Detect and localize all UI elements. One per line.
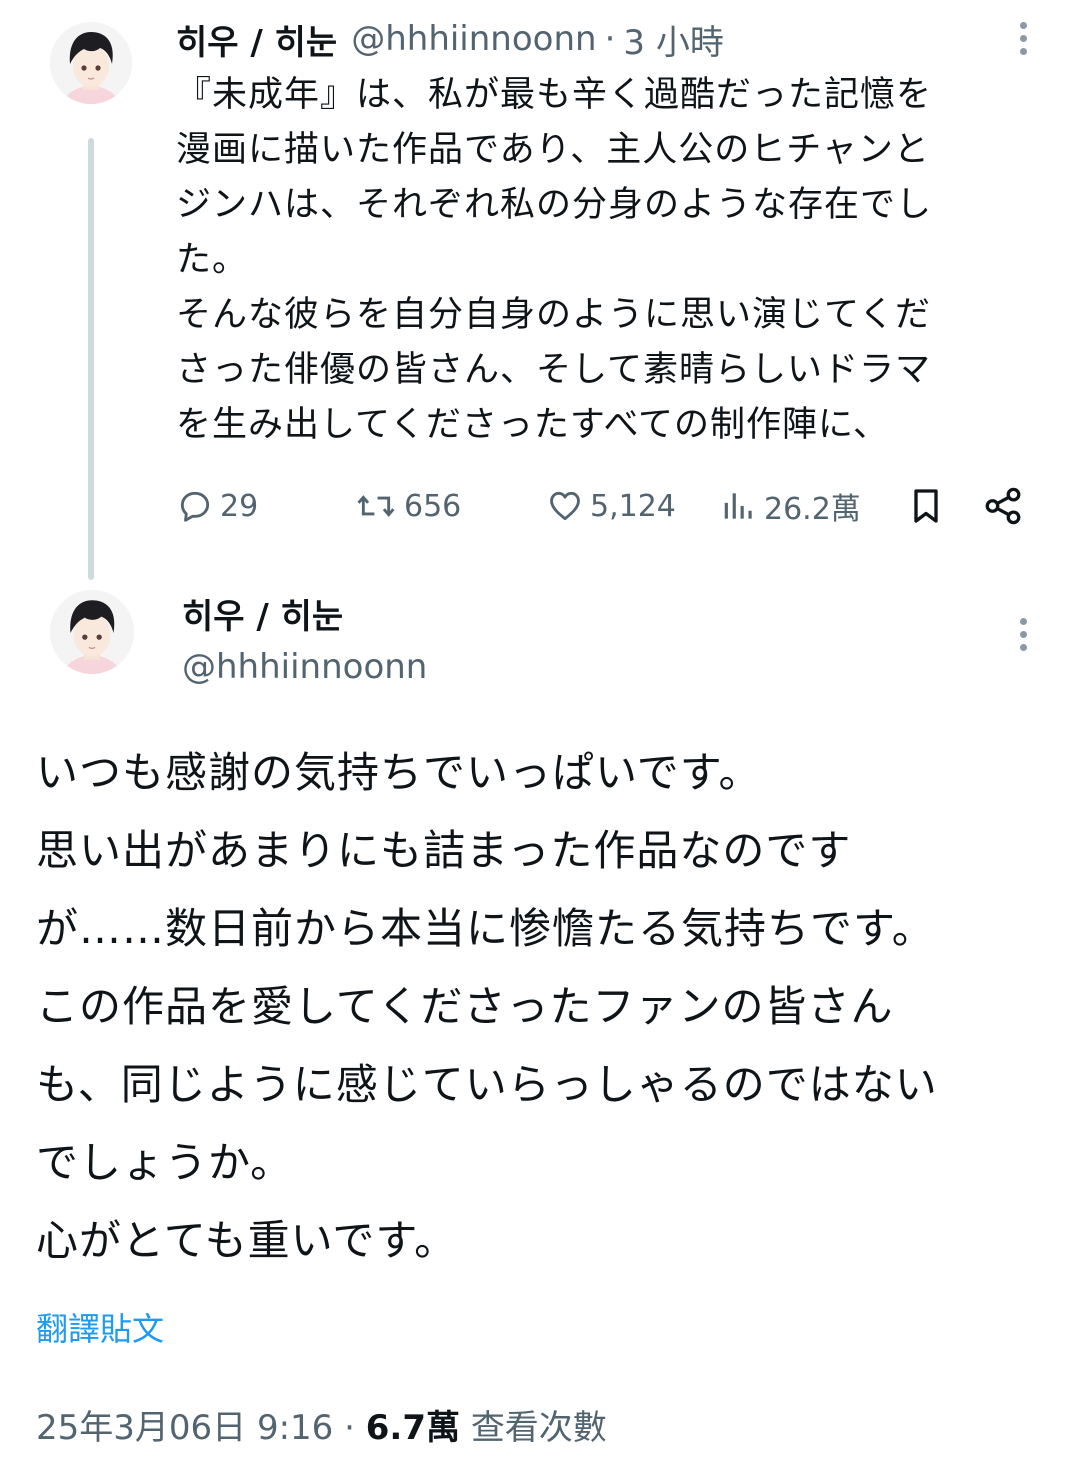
avatar-image — [50, 22, 132, 104]
more-icon[interactable] — [1020, 618, 1030, 657]
handle[interactable]: @hhhiinnoonn — [351, 19, 596, 59]
post1-actions: 29 656 5,124 26.2萬 — [176, 478, 1036, 534]
avatar-image — [50, 590, 134, 674]
separator: · — [344, 1408, 355, 1448]
like-button[interactable]: 5,124 — [546, 478, 676, 534]
text-line: でしょうか。 — [36, 1138, 294, 1187]
text-line: た。 — [176, 240, 249, 280]
post1-header: 히우 / 히눈 @hhhiinnoonn · 3 小時 — [176, 15, 724, 64]
share-button[interactable] — [982, 478, 1030, 534]
views-icon — [724, 493, 752, 519]
display-name[interactable]: 히우 / 히눈 — [176, 15, 337, 64]
avatar[interactable] — [50, 590, 134, 674]
display-name[interactable]: 히우 / 히눈 — [182, 594, 343, 640]
share-icon — [985, 487, 1021, 525]
text-line: さった俳優の皆さん、そして素晴らしいドラマ — [176, 350, 931, 390]
text-line: 心がとても重いです。 — [36, 1216, 458, 1265]
repost-button[interactable]: 656 — [354, 478, 461, 534]
views-button[interactable]: 26.2萬 — [720, 478, 861, 534]
bookmark-button[interactable] — [906, 478, 952, 534]
post-time[interactable]: 3 小時 — [623, 15, 723, 64]
separator: · — [604, 19, 616, 59]
text-line: 思い出があまりにも詰まった作品なのです — [36, 826, 852, 875]
reply-icon — [180, 491, 210, 522]
text-line: 『未成年』は、私が最も辛く過酷だった記憶を — [176, 75, 933, 115]
text-line: いつも感謝の気持ちでいっぱいです。 — [36, 748, 762, 797]
repost-icon — [357, 495, 395, 517]
avatar[interactable] — [50, 22, 132, 104]
view-label: 查看次數 — [470, 1408, 607, 1448]
text-line: この作品を愛してくださったファンの皆さん — [36, 982, 894, 1031]
post1-text: 『未成年』は、私が最も辛く過酷だった記憶を 漫画に描いた作品であり、主人公のヒチ… — [176, 68, 1036, 453]
like-count: 5,124 — [590, 488, 676, 524]
thread-line — [88, 138, 94, 580]
like-icon — [550, 491, 580, 521]
bookmark-icon — [914, 489, 938, 523]
post2-text: いつも感謝の気持ちでいっぱいです。 思い出があまりにも詰まった作品なのです が…… — [36, 734, 1056, 1280]
text-line: が……数日前から本当に惨憺たる気持ちです。 — [36, 904, 935, 953]
post-timestamp[interactable]: 25年3月06日 9:16 — [36, 1408, 333, 1448]
text-line: ジンハは、それぞれ私の分身のような存在でし — [176, 185, 933, 225]
translate-post-link[interactable]: 翻譯貼文 — [36, 1304, 164, 1350]
view-count: 6.7萬 — [365, 1408, 460, 1448]
more-icon[interactable] — [1020, 22, 1030, 61]
views-count: 26.2萬 — [764, 492, 861, 527]
text-line: を生み出してくださったすべての制作陣に、 — [176, 405, 890, 445]
text-line: も、同じように感じていらっしゃるのではない — [36, 1060, 938, 1109]
repost-count: 656 — [404, 488, 462, 524]
text-line: そんな彼らを自分自身のように思い演じてくだ — [176, 295, 931, 335]
post-meta: 25年3月06日 9:16 · 6.7萬 查看次數 — [36, 1400, 607, 1449]
reply-button[interactable]: 29 — [176, 478, 258, 534]
text-line: 漫画に描いた作品であり、主人公のヒチャンと — [176, 130, 930, 170]
reply-count: 29 — [220, 488, 259, 524]
handle[interactable]: @hhhiinnoonn — [182, 644, 427, 690]
